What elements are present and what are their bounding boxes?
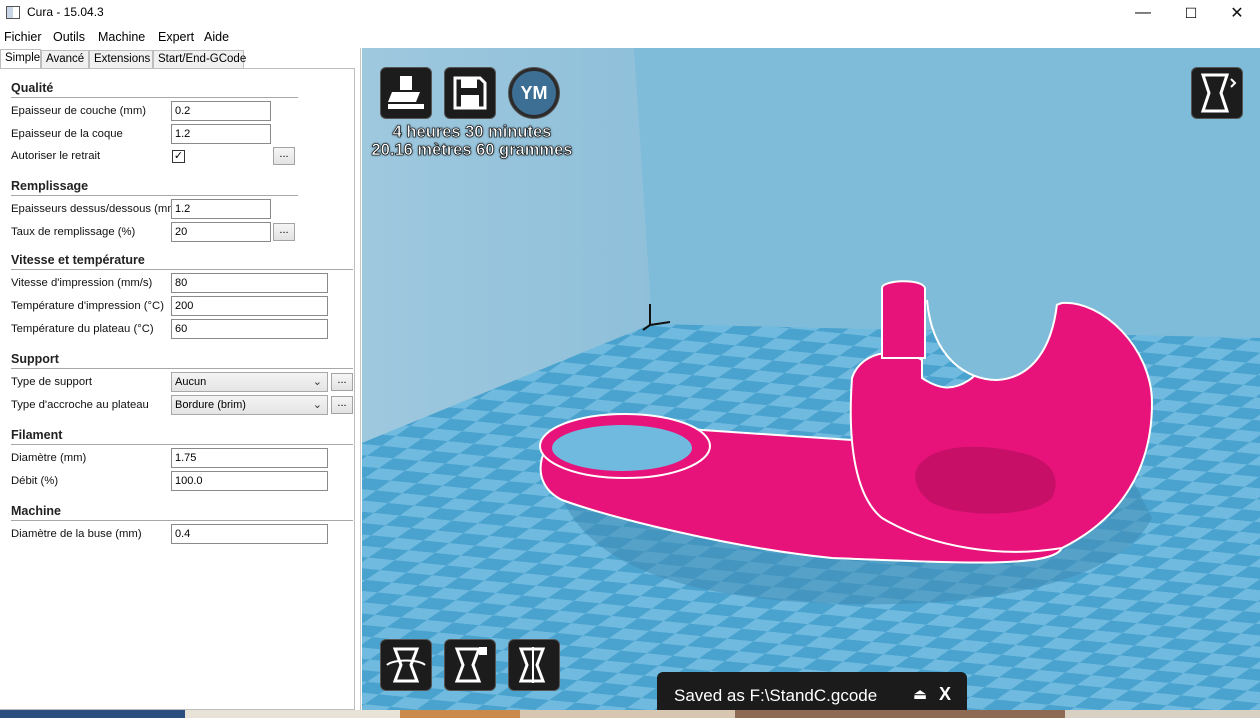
- view-mode-button[interactable]: [1191, 67, 1243, 119]
- maximize-button[interactable]: ☐: [1168, 0, 1214, 26]
- print-temp-input[interactable]: 200: [171, 296, 328, 316]
- section-filament-divider: [11, 444, 353, 445]
- section-qualite-title: Qualité: [11, 81, 54, 95]
- tab-simple[interactable]: Simple: [0, 49, 41, 69]
- mirror-button[interactable]: [508, 639, 560, 691]
- chevron-down-icon: ⌄: [312, 376, 322, 388]
- menu-machine[interactable]: Machine: [98, 30, 145, 44]
- menu-expert[interactable]: Expert: [158, 30, 194, 44]
- menu-aide[interactable]: Aide: [204, 30, 229, 44]
- model-post: [881, 280, 926, 359]
- flow-input[interactable]: 100.0: [171, 471, 328, 491]
- view-mode-icon: [1200, 73, 1237, 113]
- tab-start-end-gcode[interactable]: Start/End-GCode: [153, 50, 246, 68]
- scale-button[interactable]: [444, 639, 496, 691]
- rotate-icon: [386, 647, 426, 683]
- scale-icon: [454, 647, 487, 683]
- section-machine-divider: [11, 520, 353, 521]
- print-speed-input[interactable]: 80: [171, 273, 328, 293]
- filament-diameter-label: Diamètre (mm): [11, 452, 87, 464]
- top-bottom-thickness-input[interactable]: 1.2: [171, 199, 271, 219]
- print-temp-label: Température d'impression (°C): [11, 300, 164, 312]
- support-type-label: Type de support: [11, 376, 93, 388]
- fill-density-label: Taux de remplissage (%): [11, 226, 136, 238]
- eject-icon[interactable]: ⏏: [913, 685, 927, 703]
- youmagine-button[interactable]: YM: [508, 67, 560, 119]
- support-type-value: Aucun: [175, 376, 207, 388]
- load-icon: [388, 76, 424, 109]
- load-model-button[interactable]: [380, 67, 432, 119]
- menu-bar: Fichier Outils Machine Expert Aide: [0, 28, 360, 48]
- settings-panel: Simple Avancé Extensions Start/End-GCode…: [0, 48, 361, 710]
- retraction-checkbox[interactable]: ✓: [172, 150, 185, 163]
- layer-height-input[interactable]: 0.2: [171, 101, 271, 121]
- adhesion-type-value: Bordure (brim): [175, 399, 246, 411]
- model-ring-hole: [552, 425, 692, 471]
- fill-density-more-button[interactable]: ...: [273, 223, 295, 241]
- adhesion-type-select[interactable]: Bordure (brim) ⌄: [171, 395, 328, 415]
- app-icon: [6, 6, 20, 19]
- taskbar-strip: [0, 710, 1260, 718]
- mirror-icon: [518, 647, 546, 683]
- section-remplissage-divider: [11, 195, 298, 196]
- window-title: Cura - 15.04.3: [27, 5, 104, 19]
- nozzle-size-input[interactable]: 0.4: [171, 524, 328, 544]
- support-type-more-button[interactable]: ...: [331, 373, 353, 391]
- menu-fichier[interactable]: Fichier: [4, 30, 42, 44]
- title-bar: Cura - 15.04.3 — ☐ ✕: [0, 0, 1260, 26]
- settings-body: Qualité Epaisseur de couche (mm) 0.2 Epa…: [0, 68, 355, 710]
- section-machine-title: Machine: [11, 504, 62, 518]
- retraction-label: Autoriser le retrait: [11, 150, 101, 162]
- print-speed-label: Vitesse d'impression (mm/s): [11, 277, 153, 289]
- section-vitesse-divider: [11, 269, 353, 270]
- close-button[interactable]: ✕: [1214, 0, 1260, 26]
- section-vitesse-title: Vitesse et température: [11, 253, 145, 267]
- tab-avance[interactable]: Avancé: [41, 50, 89, 68]
- section-remplissage-title: Remplissage: [11, 179, 89, 193]
- print-stats-text: 20.16 mètres 60 grammes: [371, 141, 573, 160]
- 3d-viewport[interactable]: YM 4 heures 30 minutes 20.16 mètres 60 g…: [362, 48, 1260, 710]
- section-qualite-divider: [11, 97, 298, 98]
- close-notification-button[interactable]: X: [939, 684, 951, 705]
- save-notification: Saved as F:\StandC.gcode ⏏ X: [657, 672, 967, 710]
- nozzle-size-label: Diamètre de la buse (mm): [11, 528, 142, 540]
- layer-height-label: Epaisseur de couche (mm): [11, 105, 146, 117]
- shell-thickness-input[interactable]: 1.2: [171, 124, 271, 144]
- tab-extensions[interactable]: Extensions: [89, 50, 153, 68]
- save-notification-text: Saved as F:\StandC.gcode: [674, 686, 878, 705]
- rotate-button[interactable]: [380, 639, 432, 691]
- floppy-icon: [453, 76, 487, 110]
- adhesion-type-label: Type d'accroche au plateau: [11, 399, 149, 411]
- bed-temp-input[interactable]: 60: [171, 319, 328, 339]
- menu-outils[interactable]: Outils: [53, 30, 85, 44]
- section-filament-title: Filament: [11, 428, 63, 442]
- print-time-text: 4 heures 30 minutes: [392, 123, 552, 142]
- adhesion-type-more-button[interactable]: ...: [331, 396, 353, 414]
- section-support-divider: [11, 368, 353, 369]
- retraction-more-button[interactable]: ...: [273, 147, 295, 165]
- chevron-down-icon: ⌄: [312, 399, 322, 411]
- support-type-select[interactable]: Aucun ⌄: [171, 372, 328, 392]
- top-bottom-thickness-label: Epaisseurs dessus/dessous (mm): [11, 203, 181, 215]
- filament-diameter-input[interactable]: 1.75: [171, 448, 328, 468]
- flow-label: Débit (%): [11, 475, 59, 487]
- minimize-button[interactable]: —: [1120, 0, 1166, 26]
- save-gcode-button[interactable]: [444, 67, 496, 119]
- fill-density-input[interactable]: 20: [171, 222, 271, 242]
- youmagine-icon: YM: [512, 71, 556, 115]
- section-support-title: Support: [11, 352, 59, 366]
- shell-thickness-label: Epaisseur de la coque: [11, 128, 123, 140]
- bed-temp-label: Température du plateau (°C): [11, 323, 154, 335]
